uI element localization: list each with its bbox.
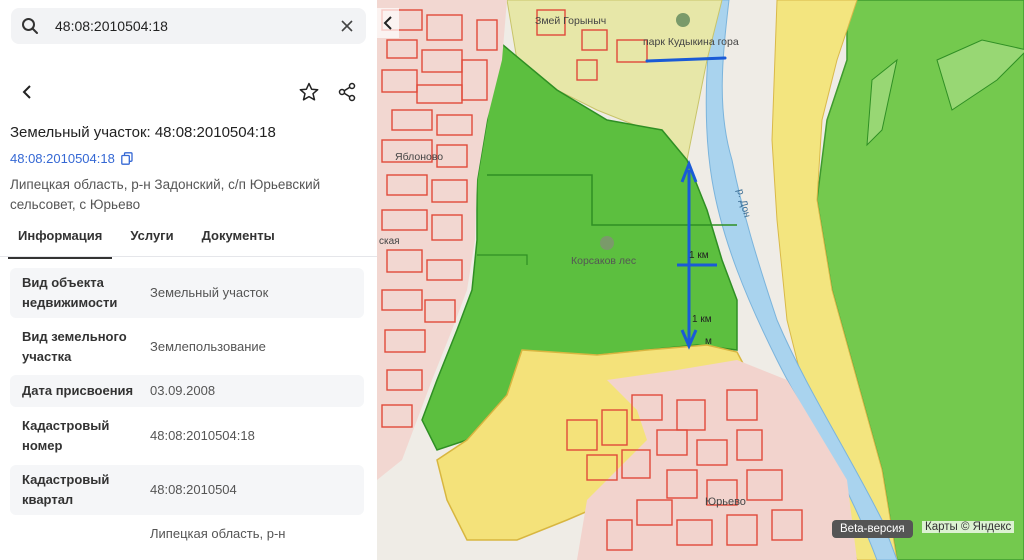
label-km-1: 1 км: [689, 250, 709, 261]
search-input[interactable]: [41, 17, 336, 35]
info-value: Липецкая область, р-н: [150, 526, 286, 541]
label-m: м: [705, 336, 712, 347]
clear-search-icon[interactable]: [336, 15, 358, 37]
info-key: Кадастровый квартал: [22, 472, 110, 507]
search-bar[interactable]: [11, 8, 366, 44]
tab-services[interactable]: Услуги: [120, 226, 183, 259]
share-button[interactable]: [334, 79, 360, 105]
favorite-button[interactable]: [296, 79, 322, 105]
info-key: Кадастровый номер: [22, 418, 110, 453]
label-km-2: 1 км: [692, 314, 712, 325]
info-row-date: Дата присвоения 03.09.2008: [10, 375, 364, 407]
label-zmey: Змей Горыныч: [535, 15, 606, 27]
park-icon: [676, 13, 690, 27]
info-key: Вид земельного участка: [22, 329, 127, 364]
cadastral-map[interactable]: Змей Горыныч парк Кудыкина гора Корсаков…: [377, 0, 1024, 560]
label-forest: Корсаков лес: [571, 255, 636, 267]
share-icon: [338, 82, 356, 102]
info-value: Землепользование: [150, 339, 266, 354]
map-credit[interactable]: Карты © Яндекс: [922, 521, 1015, 533]
star-icon: [299, 82, 319, 101]
cadastral-link-text[interactable]: 48:08:2010504:18: [10, 151, 115, 166]
cadastral-link[interactable]: 48:08:2010504:18: [10, 151, 133, 166]
label-town: Юрьево: [705, 496, 746, 508]
tab-bar: Информация Услуги Документы: [8, 226, 293, 259]
info-panel: Земельный участок: 48:08:2010504:18 48:0…: [0, 0, 377, 560]
info-row-address: Липецкая область, р-н: [10, 522, 364, 552]
chevron-left-icon: [22, 85, 31, 99]
info-row-land-type: Вид земельного участка Землепользование: [10, 322, 364, 372]
label-kaya: ская: [379, 236, 400, 247]
info-row-cadastral-number: Кадастровый номер 48:08:2010504:18: [10, 411, 364, 461]
info-value: 48:08:2010504:18: [150, 428, 255, 443]
chevron-left-icon: [383, 16, 392, 30]
forest-poi-icon: [600, 236, 614, 250]
info-row-object-type: Вид объекта недвижимости Земельный участ…: [10, 268, 364, 318]
tab-documents[interactable]: Документы: [192, 226, 285, 259]
map-back-button[interactable]: [377, 8, 399, 38]
info-key: Дата присвоения: [22, 383, 134, 398]
info-row-cadastral-quarter: Кадастровый квартал 48:08:2010504: [10, 465, 364, 515]
search-icon: [19, 15, 41, 37]
info-key: Вид объекта недвижимости: [22, 275, 118, 310]
label-park: парк Кудыкина гора: [643, 36, 739, 48]
tab-information[interactable]: Информация: [8, 226, 113, 259]
page-title: Земельный участок: 48:08:2010504:18: [10, 124, 276, 141]
map-canvas[interactable]: Змей Горыныч парк Кудыкина гора Корсаков…: [377, 0, 1024, 560]
tab-divider: [0, 256, 377, 257]
info-value: Земельный участок: [150, 285, 269, 300]
copy-icon: [120, 152, 133, 165]
info-value: 48:08:2010504: [150, 482, 237, 497]
info-value: 03.09.2008: [150, 383, 216, 398]
label-village: Яблоново: [395, 151, 443, 163]
beta-badge[interactable]: Beta-версия: [832, 520, 913, 538]
back-button[interactable]: [14, 79, 40, 105]
address: Липецкая область, р-н Задонский, с/п Юрь…: [10, 177, 321, 212]
